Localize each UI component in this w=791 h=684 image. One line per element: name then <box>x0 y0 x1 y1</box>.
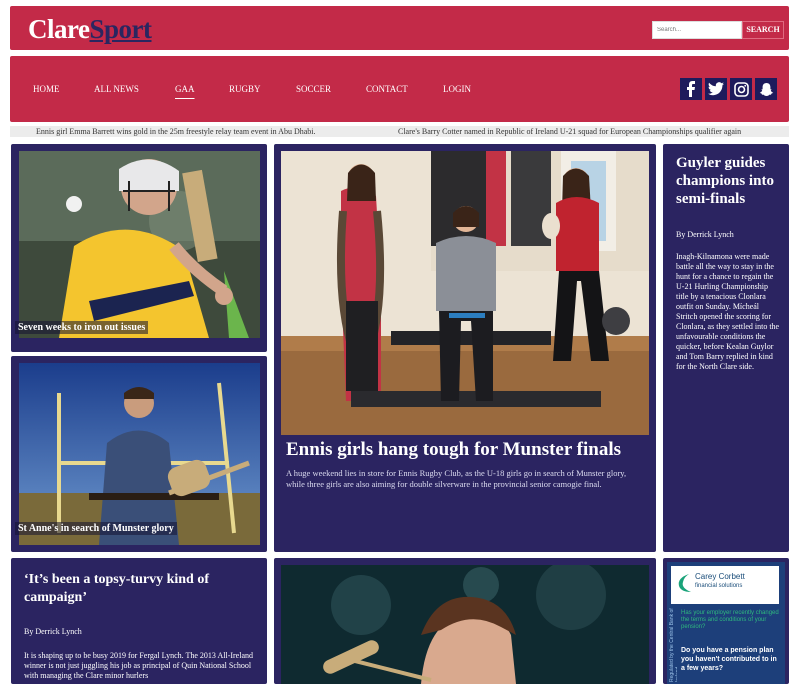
header-top-bar: ClareSport SEARCH <box>10 6 789 50</box>
site-logo[interactable]: ClareSport <box>28 14 152 45</box>
story-card-seven-weeks[interactable]: Seven weeks to iron out issues <box>11 144 267 352</box>
feature-headline[interactable]: Ennis girls hang tough for Munster final… <box>286 439 648 461</box>
advert-logo-box: Carey Corbett financial solutions <box>671 566 779 604</box>
search-button[interactable]: SEARCH <box>742 21 784 39</box>
camogie-photo <box>281 565 649 684</box>
advert-small-text: Has your employer recently changed the t… <box>681 610 779 630</box>
feature-photo <box>281 151 649 435</box>
instagram-icon[interactable] <box>730 78 752 100</box>
advert-vertical-text: Regulated by the Central Bank of Ireland <box>669 608 677 682</box>
story-card-topsy-turvy[interactable]: ‘It’s been a topsy-turvy kind of campaig… <box>11 558 267 684</box>
side-byline: By Derrick Lynch <box>676 230 734 239</box>
logo-text-sport: Sport <box>89 14 152 44</box>
story-caption[interactable]: Seven weeks to iron out issues <box>15 321 149 334</box>
main-nav: HOME ALL NEWS GAA RUGBY SOCCER CONTACT L… <box>10 56 789 122</box>
story-card-feature[interactable]: Ennis girls hang tough for Munster final… <box>274 144 656 552</box>
news-ticker: Ennis girl Emma Barrett wins gold in the… <box>10 126 789 137</box>
nav-gaa[interactable]: GAA <box>175 84 195 94</box>
logo-text-clare: Clare <box>28 14 90 44</box>
nav-contact[interactable]: CONTACT <box>366 84 408 94</box>
advert-brand: Carey Corbett <box>695 572 745 581</box>
hurler-photo <box>19 151 260 338</box>
advert-sub: financial solutions <box>695 583 743 589</box>
ticker-item[interactable]: Clare's Barry Cotter named in Republic o… <box>398 126 741 137</box>
story-card-st-annes[interactable]: St Anne's in search of Munster glory <box>11 356 267 552</box>
topsy-byline: By Derrick Lynch <box>24 627 82 636</box>
facebook-icon[interactable] <box>680 78 702 100</box>
story-caption[interactable]: St Anne's in search of Munster glory <box>15 522 177 535</box>
topsy-headline[interactable]: ‘It’s been a topsy-turvy kind of campaig… <box>24 571 254 607</box>
ticker-item[interactable]: Ennis girl Emma Barrett wins gold in the… <box>36 126 316 137</box>
advert-card[interactable]: Carey Corbett financial solutions Regula… <box>663 558 789 684</box>
advert-banner[interactable]: Carey Corbett financial solutions Regula… <box>667 562 785 684</box>
topsy-body-text: It is shaping up to be busy 2019 for Fer… <box>24 651 254 680</box>
snapchat-icon[interactable] <box>755 78 777 100</box>
nav-all-news[interactable]: ALL NEWS <box>94 84 139 94</box>
story-card-camogie[interactable] <box>274 558 656 684</box>
search-input[interactable] <box>652 21 742 39</box>
side-headline[interactable]: Guyler guides champions into semi-finals <box>676 154 782 208</box>
st-annes-photo <box>19 363 260 545</box>
side-body-text: Inagh-Kilnamona were made battle all the… <box>676 252 780 371</box>
nav-rugby[interactable]: RUGBY <box>229 84 261 94</box>
crescent-logo-icon <box>678 574 691 592</box>
feature-summary: A huge weekend lies in store for Ennis R… <box>286 468 627 489</box>
nav-login[interactable]: LOGIN <box>443 84 471 94</box>
advert-headline: Do you have a pension plan you haven't c… <box>681 647 777 672</box>
twitter-icon[interactable] <box>705 78 727 100</box>
story-card-guyler[interactable]: Guyler guides champions into semi-finals… <box>663 144 789 552</box>
nav-home[interactable]: HOME <box>33 84 60 94</box>
nav-soccer[interactable]: SOCCER <box>296 84 331 94</box>
